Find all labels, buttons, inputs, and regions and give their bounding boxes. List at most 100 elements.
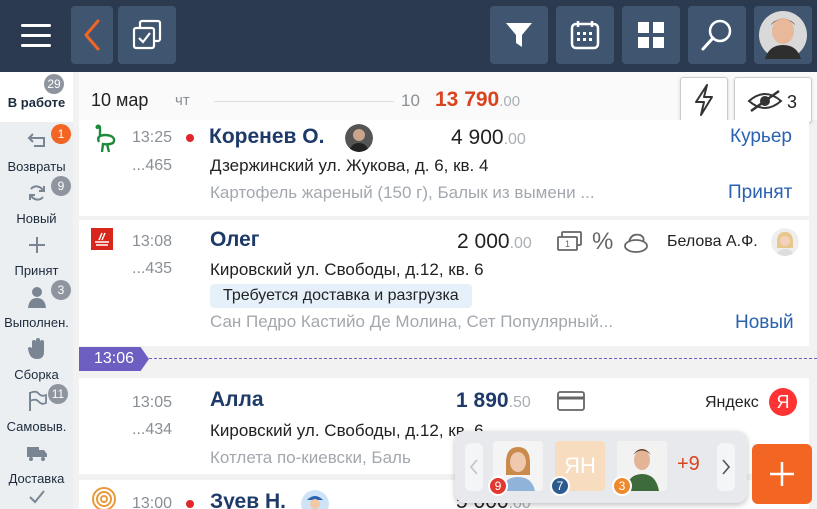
date-label: 10 мар [91, 90, 149, 110]
order-items: Котлета по-киевски, Баль [210, 448, 411, 467]
grid-view-button[interactable] [622, 6, 680, 64]
order-items: Картофель жареный (150 г), Балык из выме… [210, 183, 595, 202]
person-icon [26, 286, 48, 308]
orders-count: 10 [401, 91, 420, 110]
count-badge: 29 [44, 74, 64, 94]
sidebar-item-pickup[interactable]: 11 Самовыв. [0, 384, 73, 436]
count-badge: 1 [51, 124, 71, 144]
order-status[interactable]: Принят [728, 182, 792, 204]
sidebar-item-label: Доставка [8, 471, 65, 486]
order-id: ...435 [132, 260, 173, 277]
order-price: 1 890.50 [456, 389, 531, 412]
urgent-dot [186, 134, 194, 142]
order-address: Кировский ул. Свободы, д.12, кв. 6 [210, 421, 484, 440]
user-avatar-button[interactable] [754, 6, 812, 64]
count-badge: 11 [48, 384, 68, 404]
search-icon [701, 19, 732, 51]
sidebar-item-label: В работе [7, 95, 66, 110]
sidebar: 29 В работе 1 Возвраты 9 Новый Принят 3 … [0, 72, 73, 509]
flag-icon [26, 390, 48, 412]
sidebar-item-new[interactable]: 9 Новый [0, 176, 73, 228]
chevron-right-icon [722, 459, 730, 475]
lightning-icon [695, 84, 713, 116]
urgent-dot [186, 500, 194, 508]
customer-name: Олег [210, 228, 260, 251]
order-time: 13:00 [132, 495, 173, 509]
sidebar-item-label: Возвраты [7, 159, 66, 174]
order-items: Сан Педро Кастийо Де Молина, Сет Популяр… [210, 312, 614, 331]
order-card[interactable]: 13:25 ...465 Коренев О. 4 900.00 Курьер … [79, 120, 809, 216]
sidebar-item-label: Принят [14, 263, 59, 278]
day-total: 13 790.00 [435, 88, 521, 111]
hidden-items-button[interactable]: 3 [734, 77, 812, 123]
quick-action-button[interactable] [680, 77, 728, 123]
sidebar-item-label: Новый [16, 211, 57, 226]
refresh-icon [26, 182, 48, 204]
current-time-marker: 13:06 [79, 347, 149, 371]
card-payment-icon [557, 391, 585, 411]
filter-button[interactable] [490, 6, 548, 64]
order-address: Дзержинский ул. Жукова, д. 6, кв. 4 [210, 156, 489, 175]
order-id: ...434 [132, 421, 173, 438]
avatar [345, 124, 373, 152]
weekday-label: чт [175, 92, 190, 109]
date-header: 10 мар чт 10 13 790.00 3 [79, 72, 817, 123]
eye-off-icon [747, 89, 783, 113]
plus-icon [26, 234, 48, 256]
svg-text:1: 1 [565, 239, 570, 249]
sidebar-item-delivery[interactable]: Доставка [0, 436, 73, 488]
order-price: 4 900.00 [451, 126, 526, 149]
delivery-service: Яндекс [705, 394, 759, 411]
hand-icon [26, 338, 48, 360]
count-badge: 9 [51, 176, 71, 196]
customer-name: Алла [210, 388, 264, 411]
spiral-logo-icon [92, 487, 116, 509]
order-card[interactable]: 13:08 ...435 Олег 2 000.00 1 % Белова А.… [79, 220, 809, 346]
calendar-button[interactable] [556, 6, 614, 64]
sidebar-item-returns[interactable]: 1 Возвраты [0, 124, 73, 176]
avatar [301, 490, 329, 509]
calendar-icon [570, 21, 600, 50]
sidebar-item-label: Самовыв. [6, 419, 67, 434]
count-badge: 3 [51, 280, 71, 300]
menu-icon[interactable] [8, 10, 64, 60]
select-mode-button[interactable] [118, 6, 176, 64]
sidebar-item-label: Сборка [14, 367, 59, 382]
order-time: 13:08 [132, 233, 173, 250]
order-time: 13:25 [132, 129, 173, 146]
delivery-type[interactable]: Курьер [730, 126, 792, 148]
hidden-count: 3 [787, 92, 798, 112]
customer-name: Коренев О. [209, 125, 325, 148]
avatar [759, 11, 807, 59]
return-icon [26, 130, 48, 152]
order-note: Требуется доставка и разгрузка [210, 284, 472, 308]
courier-order-count: 3 [612, 476, 632, 496]
more-couriers[interactable]: +9 [677, 453, 700, 476]
grid-icon [638, 22, 664, 48]
sidebar-item-assembly[interactable]: Сборка [0, 332, 73, 384]
order-status[interactable]: Новый [735, 312, 794, 334]
courier-carousel: 9 ЯН 7 3 +9 [455, 431, 747, 503]
dish-icon [624, 233, 648, 253]
sidebar-item-completed[interactable] [0, 486, 73, 509]
add-order-button[interactable] [752, 444, 812, 504]
current-time-divider: 13:06 [79, 347, 817, 371]
restaurant-logo-icon [91, 228, 113, 250]
checkbox-select-icon [132, 19, 162, 50]
order-address: Кировский ул. Свободы, д.12, кв. 6 [210, 260, 484, 279]
back-button[interactable] [71, 6, 113, 64]
carousel-next-button[interactable] [717, 443, 735, 491]
cash-icon: 1 [557, 231, 582, 251]
search-button[interactable] [688, 6, 746, 64]
carousel-prev-button[interactable] [465, 443, 483, 491]
sidebar-item-accepted[interactable]: Принят [0, 228, 73, 280]
yandex-logo: Я [769, 388, 797, 416]
avatar [771, 228, 799, 256]
sidebar-item-in-work[interactable]: 29 В работе [0, 72, 73, 122]
order-time: 13:05 [132, 394, 173, 411]
customer-name: Зуев Н. [210, 490, 286, 509]
divider [214, 101, 394, 102]
ostrich-icon [95, 124, 116, 153]
sidebar-item-done[interactable]: 3 Выполнен. [0, 280, 73, 332]
discount-icon: % [592, 228, 614, 255]
